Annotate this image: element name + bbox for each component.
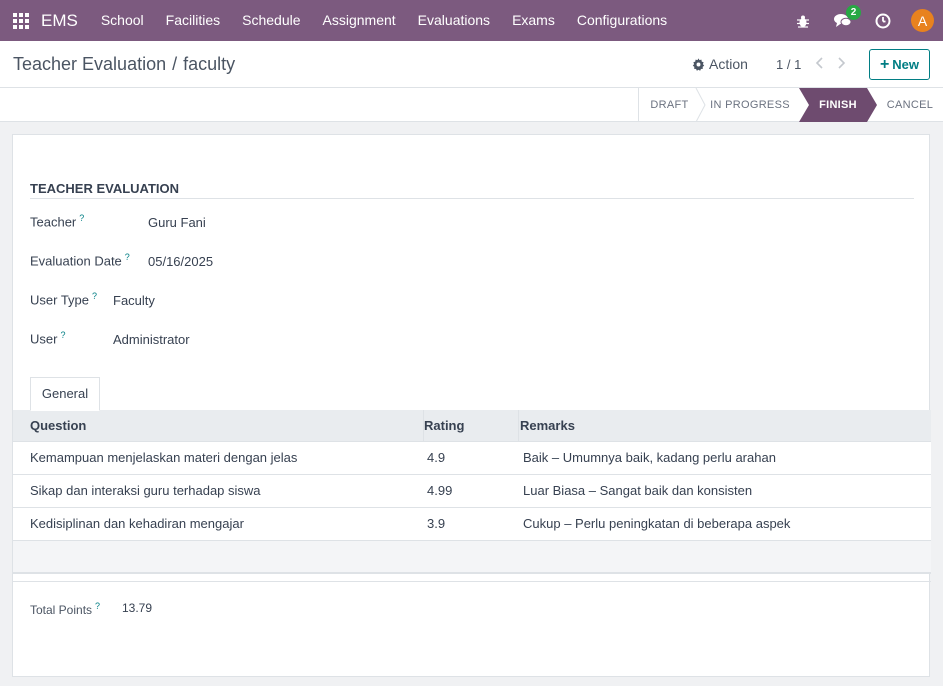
new-button[interactable]: + New: [869, 49, 930, 80]
control-panel: Teacher Evaluation / faculty Action 1 / 1 …: [0, 41, 943, 88]
help-tooltip-icon[interactable]: ?: [125, 252, 130, 262]
evaluation-date-label: Evaluation Date?: [30, 252, 130, 269]
question-cell: Sikap dan interaksi guru terhadap siswa: [30, 483, 261, 498]
table-row[interactable]: Kedisiplinan dan kehadiran mengajar 3.9 …: [13, 508, 931, 541]
menu-item-assignment[interactable]: Assignment: [312, 0, 407, 41]
top-navbar: EMS School Facilities Schedule Assignmen…: [0, 0, 943, 41]
rating-cell: 3.9: [427, 516, 446, 531]
stage-draft[interactable]: DRAFT: [638, 88, 700, 122]
table-row[interactable]: Sikap dan interaksi guru terhadap siswa …: [13, 475, 931, 508]
help-tooltip-icon[interactable]: ?: [60, 330, 65, 340]
action-button[interactable]: Action: [692, 56, 748, 72]
menu-item-exams[interactable]: Exams: [501, 0, 566, 41]
status-bar: DRAFT IN PROGRESS FINISH CANCEL: [0, 88, 943, 122]
new-label: New: [892, 57, 920, 72]
group-title: TEACHER EVALUATION: [30, 181, 180, 196]
stage-in-progress[interactable]: IN PROGRESS: [700, 88, 800, 122]
table-header: Question Rating Remarks: [13, 410, 931, 442]
table-row[interactable]: Kemampuan menjelaskan materi dengan jela…: [13, 442, 931, 475]
breadcrumb: Teacher Evaluation / faculty: [13, 54, 235, 75]
column-question[interactable]: Question: [30, 410, 86, 442]
app-brand[interactable]: EMS: [41, 11, 78, 31]
rating-cell: 4.9: [427, 450, 446, 465]
chevron-left-icon[interactable]: [815, 56, 825, 73]
action-label: Action: [709, 56, 748, 72]
group-divider: [30, 198, 914, 199]
teacher-value[interactable]: Guru Fani: [148, 215, 206, 230]
column-divider: [518, 410, 519, 442]
chevron-right-icon[interactable]: [836, 56, 846, 73]
rating-cell: 4.99: [427, 483, 453, 498]
menu-item-schedule[interactable]: Schedule: [231, 0, 311, 41]
help-tooltip-icon[interactable]: ?: [92, 291, 97, 301]
menu-item-evaluations[interactable]: Evaluations: [407, 0, 501, 41]
total-points-label: Total Points?: [30, 601, 101, 617]
activity-clock-icon[interactable]: [873, 11, 893, 31]
pager-value[interactable]: 1 / 1: [776, 57, 801, 72]
stage-cancel[interactable]: CANCEL: [877, 88, 943, 122]
evaluation-lines-table: Question Rating Remarks Kemampuan menjel…: [13, 410, 931, 574]
messages-count-badge: 2: [846, 4, 861, 20]
help-tooltip-icon[interactable]: ?: [79, 213, 84, 223]
user-type-value[interactable]: Faculty: [113, 293, 155, 308]
bug-icon[interactable]: [793, 11, 813, 31]
menu-item-configurations[interactable]: Configurations: [566, 0, 678, 41]
menu-item-school[interactable]: School: [90, 0, 155, 41]
column-rating[interactable]: Rating: [424, 410, 464, 442]
plus-icon: +: [879, 55, 890, 73]
breadcrumb-current: faculty: [183, 54, 236, 74]
question-cell: Kedisiplinan dan kehadiran mengajar: [30, 516, 244, 531]
form-sheet: TEACHER EVALUATION Teacher? Guru Fani Ev…: [12, 134, 931, 677]
question-cell: Kemampuan menjelaskan materi dengan jela…: [30, 450, 298, 465]
help-tooltip-icon[interactable]: ?: [95, 601, 100, 611]
stage-finish[interactable]: FINISH: [799, 88, 877, 122]
user-value[interactable]: Administrator: [113, 332, 190, 347]
teacher-label: Teacher?: [30, 213, 85, 230]
menu-item-facilities[interactable]: Facilities: [155, 0, 231, 41]
tab-general[interactable]: General: [30, 377, 100, 411]
total-points-value: 13.79: [122, 601, 153, 615]
breadcrumb-separator: /: [172, 54, 178, 74]
messages-icon[interactable]: 2: [833, 4, 861, 31]
breadcrumb-parent[interactable]: Teacher Evaluation: [13, 54, 166, 74]
remarks-cell: Luar Biasa – Sangat baik dan konsisten: [523, 483, 753, 498]
user-label: User?: [30, 330, 66, 347]
gear-icon: [692, 57, 705, 71]
totals-divider: [13, 581, 931, 582]
apps-grid-icon[interactable]: [13, 12, 29, 29]
evaluation-date-value[interactable]: 05/16/2025: [148, 254, 213, 269]
remarks-cell: Cukup – Perlu peningkatan di beberapa as…: [523, 516, 791, 531]
user-avatar[interactable]: A: [911, 9, 934, 32]
table-empty-row: [13, 541, 931, 574]
column-remarks[interactable]: Remarks: [520, 410, 575, 442]
remarks-cell: Baik – Umumnya baik, kadang perlu arahan: [523, 450, 776, 465]
user-type-label: User Type?: [30, 291, 98, 308]
